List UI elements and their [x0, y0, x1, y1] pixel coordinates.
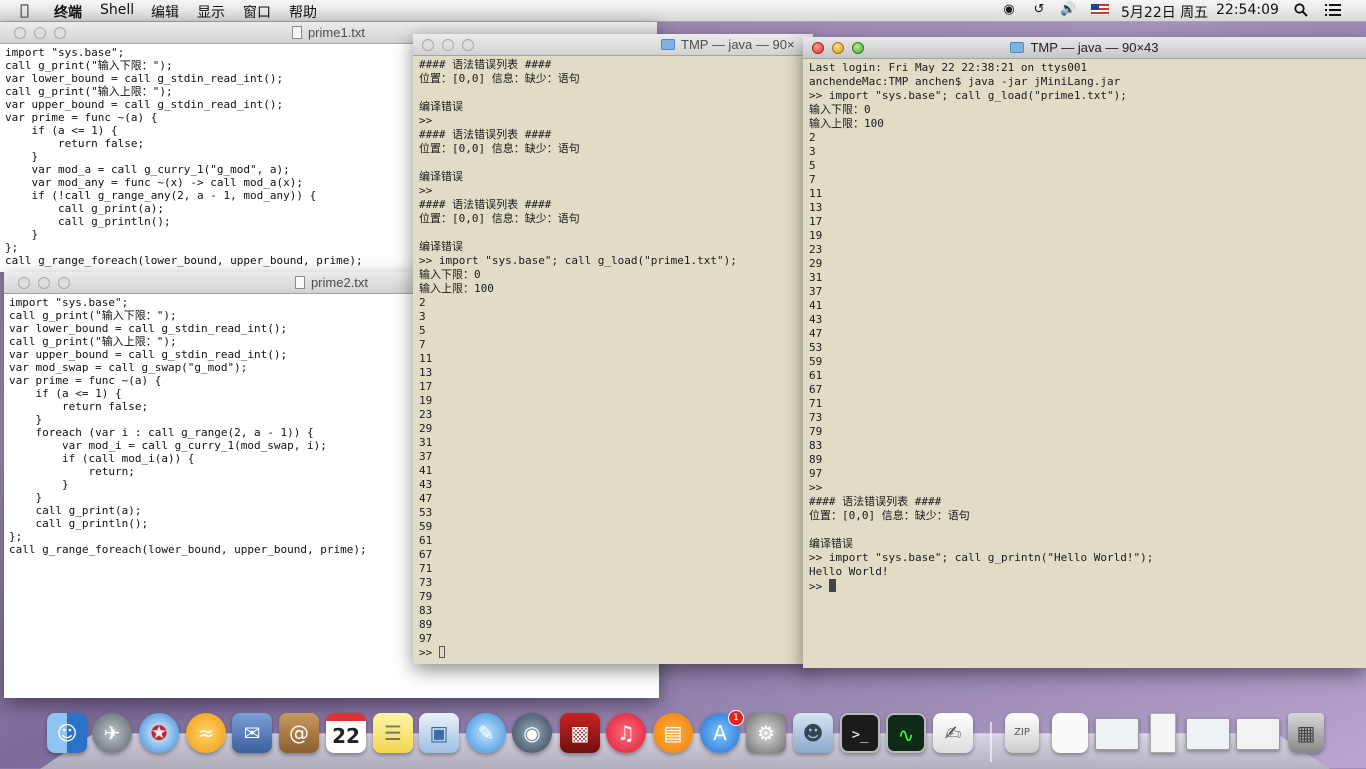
folder-icon	[661, 39, 675, 50]
notes-icon[interactable]: ☰	[373, 713, 413, 753]
terminal-output[interactable]: #### 语法错误列表 #### 位置：[0,0] 信息：缺少：语句 编译错误 …	[413, 56, 813, 660]
terminal-back-titlebar[interactable]: TMP — java — 90×	[413, 34, 813, 56]
window-thumbnail-icon[interactable]	[1095, 718, 1139, 750]
wifi-icon[interactable]: ◉	[1001, 2, 1017, 18]
terminal-back-window: TMP — java — 90× #### 语法错误列表 #### 位置：[0,…	[413, 34, 813, 664]
itunes-icon[interactable]: ♫	[606, 713, 646, 753]
close-button[interactable]	[14, 27, 26, 39]
launchpad-icon[interactable]: ✈	[92, 713, 132, 753]
notification-badge: 1	[728, 710, 744, 726]
menu-date[interactable]: 5月22日 周五	[1121, 2, 1208, 22]
minimize-button[interactable]	[442, 39, 454, 51]
terminal-front-content[interactable]: Last login: Fri May 22 22:38:21 on ttys0…	[803, 59, 1366, 668]
terminal-icon[interactable]: >_	[840, 713, 880, 753]
flag-icon[interactable]	[1090, 2, 1110, 18]
activity-monitor-icon[interactable]: ∿	[886, 713, 926, 753]
search-icon[interactable]	[1293, 2, 1309, 18]
window-title: TMP — java — 90×	[681, 37, 795, 52]
system-preferences-icon[interactable]: ⚙	[746, 713, 786, 753]
photo-booth-icon[interactable]: ▩	[560, 713, 600, 753]
finder-icon[interactable]: ☺	[47, 713, 87, 753]
window-thumbnail-icon[interactable]	[1236, 718, 1280, 750]
prompt-text: >>	[809, 580, 829, 593]
messages-icon[interactable]: ✎	[466, 713, 506, 753]
minimize-button[interactable]	[34, 27, 46, 39]
contacts-icon[interactable]: @	[279, 713, 319, 753]
calendar-day: 22	[332, 724, 360, 748]
ibooks-icon[interactable]: ▤	[653, 713, 693, 753]
volume-icon[interactable]: 🔊	[1060, 2, 1076, 18]
textedit-icon[interactable]: ✍	[933, 713, 973, 753]
document-icon	[294, 276, 305, 289]
window-title: TMP — java — 90×43	[1030, 40, 1159, 55]
zoom-button[interactable]	[462, 39, 474, 51]
prompt-text: >>	[419, 646, 439, 659]
text-cursor	[828, 579, 836, 592]
close-button[interactable]	[812, 42, 824, 54]
terminal-front-window: TMP — java — 90×43 Last login: Fri May 2…	[803, 37, 1366, 668]
app-icon[interactable]: ≈	[186, 713, 226, 753]
menu-help[interactable]: 帮助	[289, 2, 317, 22]
calendar-icon[interactable]: 22	[326, 713, 366, 753]
minimize-button[interactable]	[38, 277, 50, 289]
terminal-back-content[interactable]: #### 语法错误列表 #### 位置：[0,0] 信息：缺少：语句 编译错误 …	[413, 56, 813, 664]
mail-icon[interactable]: ✉	[232, 713, 272, 753]
safari-icon[interactable]: ✪	[139, 713, 179, 753]
window-title: prime2.txt	[310, 275, 369, 290]
archive-icon[interactable]: ZIP	[1005, 713, 1039, 753]
terminal-front-titlebar[interactable]: TMP — java — 90×43	[803, 37, 1366, 59]
zoom-button[interactable]	[54, 27, 66, 39]
text-cursor	[438, 646, 445, 658]
menu-clock[interactable]: 22:54:09	[1216, 2, 1279, 18]
window-title: prime1.txt	[307, 25, 366, 40]
menu-terminal[interactable]: 终端	[54, 2, 82, 22]
list-icon[interactable]	[1325, 2, 1341, 18]
app-store-icon[interactable]: A1	[700, 710, 744, 753]
document-icon[interactable]	[1052, 713, 1088, 753]
window-thumbnail-icon[interactable]	[1150, 713, 1176, 753]
apple-menu-icon[interactable]: 	[20, 1, 29, 19]
close-button[interactable]	[18, 277, 30, 289]
preview-icon[interactable]: ▣	[419, 713, 459, 753]
output-text: #### 语法错误列表 #### 位置：[0,0] 信息：缺少：语句 编译错误 …	[419, 58, 737, 645]
time-machine-icon[interactable]: ↺	[1031, 2, 1047, 18]
menu-shell[interactable]: Shell	[100, 2, 134, 18]
output-text: Last login: Fri May 22 22:38:21 on ttys0…	[809, 61, 1154, 578]
folder-icon	[1010, 42, 1025, 53]
document-icon	[291, 26, 302, 39]
menu-bar:  终端 Shell 编辑 显示 窗口 帮助 ◉ ↺ 🔊 5月22日 周五 22…	[0, 0, 1366, 22]
window-thumbnail-icon[interactable]	[1186, 718, 1230, 750]
photo-icon[interactable]: ☻	[793, 713, 833, 753]
menu-view[interactable]: 显示	[197, 2, 225, 22]
trash-icon[interactable]: ▦	[1288, 713, 1324, 753]
dock-separator	[990, 722, 992, 762]
close-button[interactable]	[422, 39, 434, 51]
zoom-button[interactable]	[58, 277, 70, 289]
terminal-output[interactable]: Last login: Fri May 22 22:38:21 on ttys0…	[803, 59, 1366, 594]
facetime-icon[interactable]: ◉	[512, 713, 552, 753]
menu-edit[interactable]: 编辑	[151, 2, 179, 22]
menu-window[interactable]: 窗口	[243, 2, 271, 22]
minimize-button[interactable]	[832, 42, 844, 54]
zoom-button[interactable]	[852, 42, 864, 54]
